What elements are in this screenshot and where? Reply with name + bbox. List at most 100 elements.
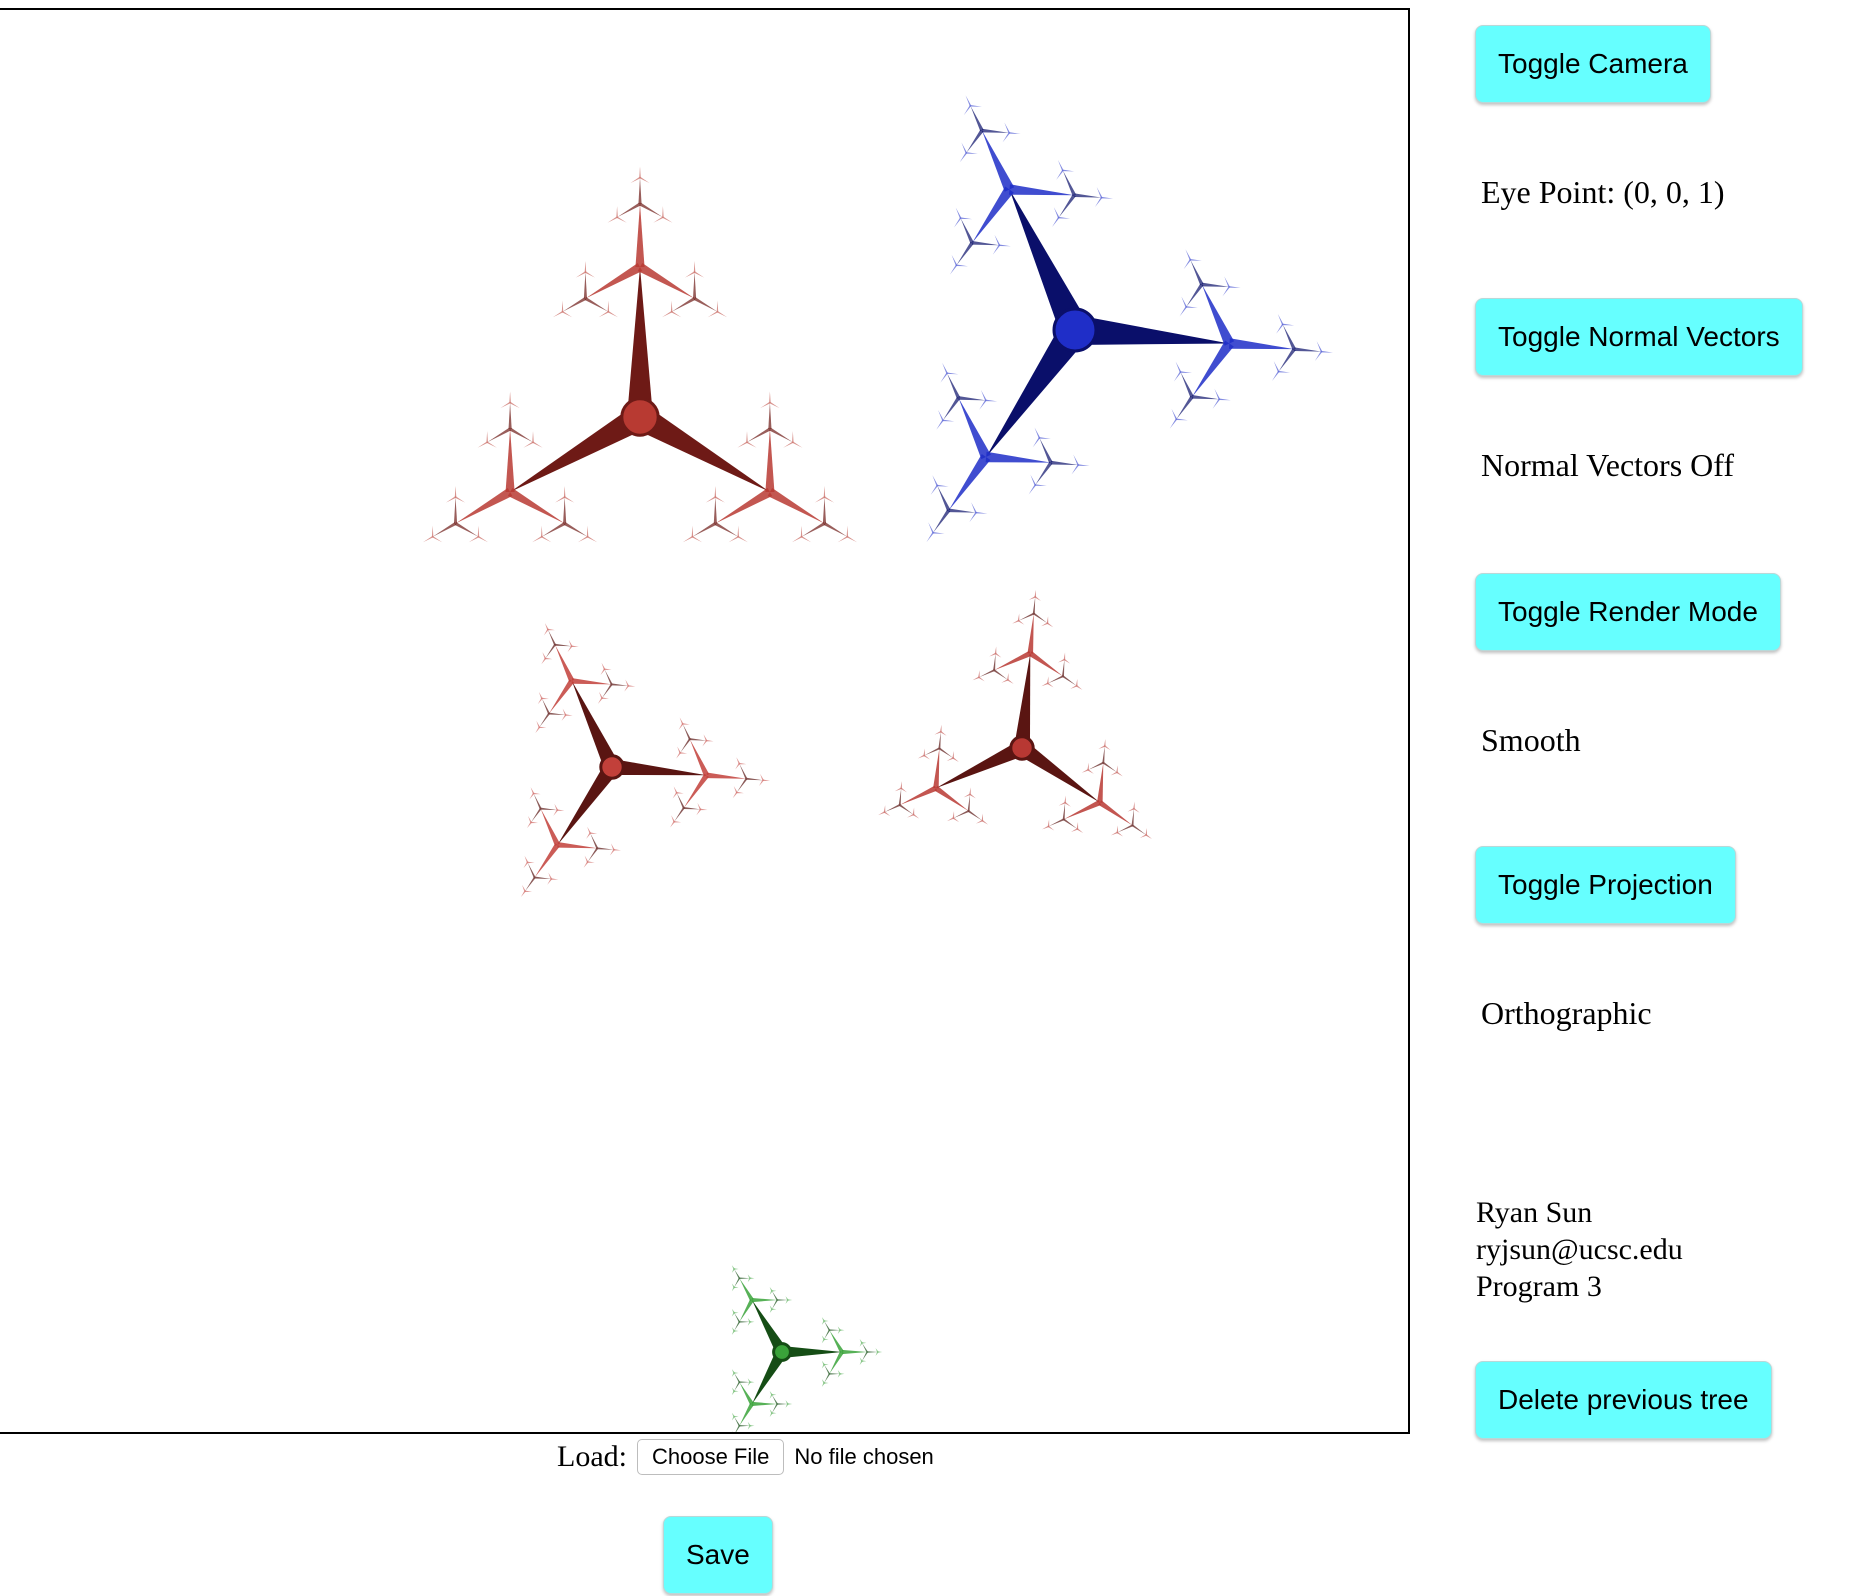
tree-branch [769, 391, 771, 403]
tree-branch [1098, 800, 1133, 826]
tree-branch [1047, 676, 1049, 684]
tree-branch [791, 536, 802, 543]
tree-branch [505, 429, 515, 492]
tree-branch [692, 272, 697, 299]
program-label: Program 3 [1476, 1270, 1602, 1303]
toggle-normal-vectors-button[interactable]: Toggle Normal Vectors [1475, 298, 1803, 376]
tree-branch [801, 536, 812, 543]
tree-branch [739, 1382, 754, 1406]
tree-branch [637, 263, 695, 299]
tree-branch [787, 1299, 793, 1301]
tree-branch [953, 810, 969, 819]
tree-branch [956, 241, 974, 266]
tree-branch [564, 496, 575, 503]
tree-branch [534, 876, 552, 879]
tree-branch [1102, 746, 1105, 763]
tree-branch [734, 1311, 739, 1314]
tree-branch [532, 536, 543, 543]
tree-branch [837, 1329, 841, 1335]
tree-branch [1169, 418, 1178, 429]
tree-branch [689, 738, 707, 741]
tree-branch [1047, 675, 1064, 684]
tree-branch [734, 1330, 739, 1332]
tree-branch [938, 731, 941, 749]
tree-branch [1294, 347, 1322, 352]
tree-branch [601, 697, 609, 699]
tree-branch [529, 793, 535, 800]
tree-branch [785, 1299, 789, 1304]
delete-previous-tree-button[interactable]: Delete previous tree [1475, 1361, 1772, 1439]
tree-branch [639, 176, 650, 184]
tree-branch [563, 497, 567, 524]
tree-branch [509, 391, 511, 403]
tree-branch [478, 536, 489, 543]
tree-branch [946, 757, 954, 761]
tree-branch [561, 300, 564, 312]
tree-branch [627, 267, 653, 417]
toggle-render-mode-button[interactable]: Toggle Render Mode [1475, 573, 1781, 651]
toggle-projection-button[interactable]: Toggle Projection [1475, 846, 1736, 924]
tree-branch [823, 522, 848, 537]
tree-branch [992, 244, 1001, 255]
tree-hub [599, 754, 625, 780]
tree-branch [867, 1351, 878, 1353]
tree-branch [978, 676, 985, 682]
tree-branch [963, 105, 972, 116]
tree-branch [746, 441, 757, 448]
tree-branch [981, 820, 989, 825]
tree-branch [739, 1425, 750, 1427]
tree-branch [525, 876, 536, 892]
tree-branch [942, 362, 948, 374]
tree-branch [530, 821, 539, 824]
tree-branch [946, 372, 959, 375]
tree-branch [824, 1363, 829, 1366]
tree-branch [509, 401, 520, 409]
tree-branch [1133, 808, 1140, 813]
toggle-camera-button[interactable]: Toggle Camera [1475, 25, 1711, 103]
tree-branch [900, 787, 907, 793]
tree-hub [1009, 735, 1035, 761]
tree-branch [760, 401, 771, 409]
tree-branch [1063, 818, 1078, 829]
choose-file-button[interactable]: Choose File [636, 1439, 785, 1475]
tree-branch [630, 176, 641, 184]
webgl-canvas[interactable] [0, 8, 1410, 1434]
tree-branch [1047, 622, 1054, 628]
tree-branch [1097, 762, 1104, 803]
tree-branch [548, 679, 575, 714]
tree-branch [468, 536, 479, 543]
tree-branch [1190, 259, 1204, 286]
tree-branch [541, 698, 550, 714]
tree-branch [509, 427, 534, 443]
tree-branch [532, 431, 534, 443]
tree-branch [539, 726, 547, 729]
tree-branch [584, 260, 587, 273]
tree-branch [734, 1415, 739, 1418]
tree-branch [942, 396, 961, 421]
tree-branch [958, 397, 991, 460]
tree-branch [1076, 685, 1083, 690]
tree-branch [747, 1277, 751, 1283]
tree-branch [1282, 323, 1295, 326]
tree-branch [1062, 675, 1077, 686]
tree-branch [829, 1350, 844, 1374]
tree-branch [543, 629, 549, 636]
tree-branch [507, 488, 565, 524]
tree-branch [715, 488, 773, 524]
tree-branch [548, 712, 566, 716]
tree-branch [635, 204, 645, 267]
save-button[interactable]: Save [663, 1516, 773, 1594]
tree-branch [746, 777, 764, 781]
tree-branch [952, 817, 960, 823]
tree-branch [875, 1351, 879, 1356]
tree-branch [583, 272, 588, 299]
tree-branch [683, 806, 701, 810]
file-status-text: No file chosen [794, 1444, 934, 1469]
tree-branch [884, 811, 891, 817]
tree-branch [824, 1338, 829, 1341]
tree-branch [912, 807, 915, 815]
tree-branch [1018, 612, 1035, 621]
tree-branch [639, 202, 663, 218]
tree-hub [1052, 307, 1098, 353]
tree-branch [682, 723, 690, 725]
